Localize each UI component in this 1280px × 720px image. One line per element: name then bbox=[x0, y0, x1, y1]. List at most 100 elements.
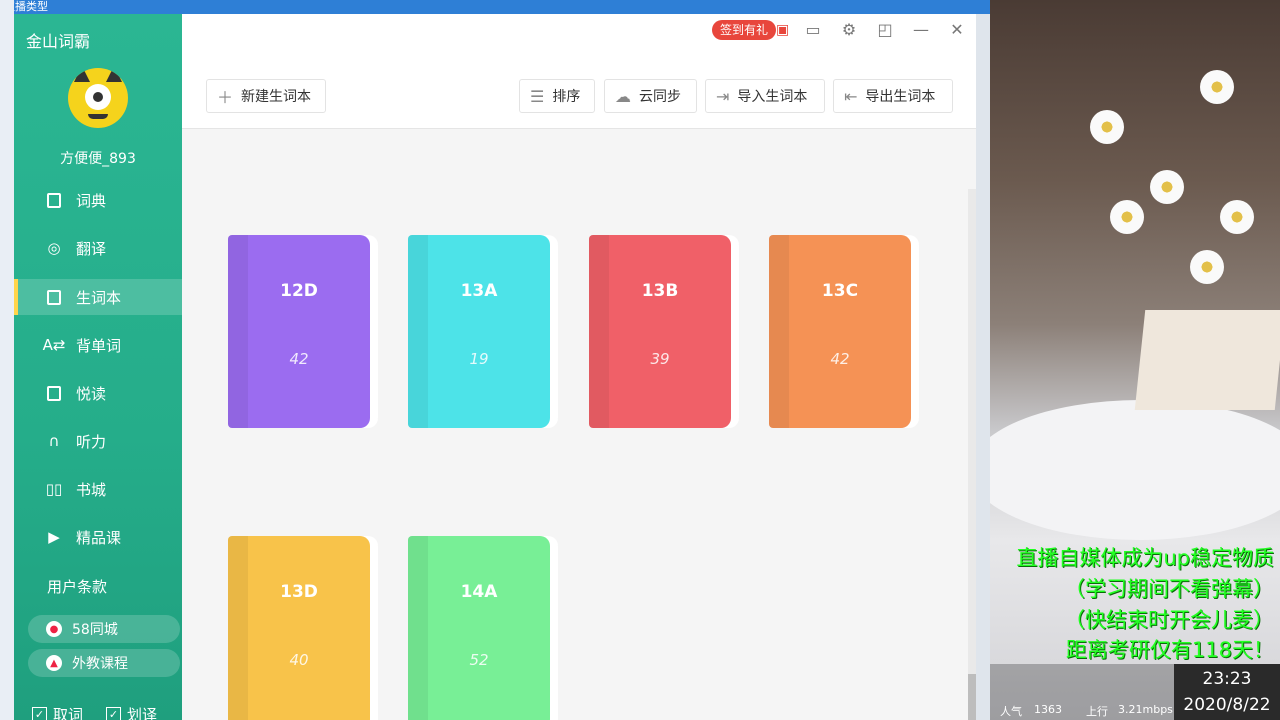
desktop-taskbar-top: 直播类型 bbox=[0, 0, 990, 14]
avatar-horn-right bbox=[106, 68, 122, 82]
book-spine bbox=[589, 235, 609, 428]
sidebar-item-bookstore[interactable]: ▯▯ 书城 bbox=[14, 471, 182, 507]
clock-date: 2020/8/22 bbox=[1183, 695, 1271, 715]
flower-image bbox=[1090, 110, 1124, 144]
sidebar-item-label: 背单词 bbox=[76, 336, 122, 355]
checkbox-check-icon: ✓ bbox=[106, 707, 121, 720]
sidebar-item-wordbook[interactable]: 生词本 bbox=[14, 279, 182, 315]
wordbook-count: 39 bbox=[650, 350, 670, 368]
app-title: 金山词霸 bbox=[26, 32, 91, 51]
flower-image bbox=[1220, 200, 1254, 234]
webcam-table bbox=[990, 400, 1280, 540]
book-cover: 13C 42 bbox=[769, 235, 911, 428]
bookstore-icon: ▯▯ bbox=[45, 480, 63, 498]
reading-icon bbox=[44, 383, 64, 403]
gift-icon[interactable]: ▣ bbox=[776, 22, 792, 38]
user-terms-link[interactable]: 用户条款 bbox=[47, 576, 107, 597]
desktop-right-edge bbox=[976, 14, 990, 720]
avatar-pupil bbox=[93, 92, 103, 102]
wordbook-count: 52 bbox=[469, 651, 489, 669]
export-wordbook-button[interactable]: ⇤ 导出生词本 bbox=[833, 79, 953, 113]
app-window: 金山词霸 方便便_893 词典 ◎ 翻译 生词本 A⇄ 背单词 悦读 ∩ 听力 … bbox=[14, 14, 976, 720]
wordbook-count: 42 bbox=[289, 350, 309, 368]
word-capture-checkbox[interactable]: ✓ 取词 bbox=[32, 704, 83, 720]
sidebar: 金山词霸 方便便_893 词典 ◎ 翻译 生词本 A⇄ 背单词 悦读 ∩ 听力 … bbox=[14, 14, 182, 720]
stream-caption-1: 直播自媒体成为up稳定物质 bbox=[1016, 546, 1274, 570]
memorize-icon: A⇄ bbox=[42, 336, 66, 354]
signin-reward-badge[interactable]: 签到有礼 bbox=[712, 20, 777, 40]
sidebar-item-label: 听力 bbox=[76, 432, 107, 451]
promo-foreign-teacher-button[interactable]: ▲ 外教课程 bbox=[28, 649, 180, 677]
close-icon[interactable]: ✕ bbox=[948, 21, 966, 39]
username[interactable]: 方便便_893 bbox=[14, 148, 182, 168]
stream-clock: 23:23 2020/8/22 bbox=[1174, 664, 1280, 720]
wordbook-count: 19 bbox=[469, 350, 489, 368]
flower-image bbox=[1200, 70, 1234, 104]
wordbook-name: 13D bbox=[280, 582, 318, 602]
translate-icon: ◎ bbox=[47, 239, 61, 257]
select-translate-label: 划译 bbox=[127, 706, 158, 720]
wordbook-name: 14A bbox=[460, 582, 498, 602]
stream-caption-4: 距离考研仅有118天！ bbox=[1065, 638, 1274, 662]
flower-image bbox=[1110, 200, 1144, 234]
sidebar-item-listening[interactable]: ∩ 听力 bbox=[14, 423, 182, 459]
minimize-icon[interactable]: — bbox=[912, 21, 930, 39]
sidebar-item-label: 书城 bbox=[76, 480, 107, 499]
sidebar-item-label: 精品课 bbox=[76, 528, 122, 547]
wordbook-card[interactable]: 12D 42 bbox=[228, 235, 378, 428]
wordbook-count: 42 bbox=[830, 350, 850, 368]
webcam-overlay: 直播自媒体成为up稳定物质 （学习期间不看弹幕） （快结束时开会儿麦） 距离考研… bbox=[990, 0, 1280, 720]
wordbook-name: 13C bbox=[821, 281, 859, 301]
sort-button[interactable]: ☰ 排序 bbox=[519, 79, 595, 113]
book-cover: 13B 39 bbox=[589, 235, 731, 428]
avatar[interactable] bbox=[68, 68, 128, 128]
wordbook-grid: 12D 42 13A 19 13B 39 13C 42 13D 40 14A 5… bbox=[182, 129, 976, 720]
content-scrollbar-thumb[interactable] bbox=[968, 674, 976, 720]
cloud-icon: ☁ bbox=[615, 86, 631, 106]
mini-mode-icon[interactable]: ◰ bbox=[876, 21, 894, 39]
checkbox-check-icon: ✓ bbox=[32, 707, 47, 720]
import-wordbook-button[interactable]: ⇥ 导入生词本 bbox=[705, 79, 825, 113]
stream-caption-2: （学习期间不看弹幕） bbox=[1064, 577, 1274, 601]
wordbook-card[interactable]: 13A 19 bbox=[408, 235, 558, 428]
sidebar-item-course[interactable]: ▶ 精品课 bbox=[14, 519, 182, 555]
wordbook-card[interactable]: 13D 40 bbox=[228, 536, 378, 720]
top-toolbar: 签到有礼 ▣ ▭ ⚙ ◰ — ✕ ＋ 新建生词本 ☰ 排序 ☁ 云同步 ⇥ 导入… bbox=[182, 14, 976, 129]
headphones-icon: ∩ bbox=[48, 432, 60, 450]
book-spine bbox=[408, 235, 428, 428]
sidebar-item-reading[interactable]: 悦读 bbox=[14, 375, 182, 411]
wordbook-count: 40 bbox=[289, 651, 309, 669]
sort-icon: ☰ bbox=[530, 86, 545, 106]
word-capture-label: 取词 bbox=[53, 706, 84, 720]
book-spine bbox=[228, 235, 248, 428]
wordbook-card[interactable]: 13B 39 bbox=[589, 235, 739, 428]
cloud-sync-label: 云同步 bbox=[639, 89, 681, 105]
wordbook-icon bbox=[44, 287, 64, 307]
select-translate-checkbox[interactable]: ✓ 划译 bbox=[106, 704, 157, 720]
new-wordbook-button[interactable]: ＋ 新建生词本 bbox=[206, 79, 326, 113]
wordbook-name: 13B bbox=[641, 281, 679, 301]
gear-icon[interactable]: ⚙ bbox=[840, 21, 858, 39]
avatar-mouth bbox=[88, 114, 108, 119]
sidebar-item-label: 词典 bbox=[76, 191, 107, 210]
export-label: 导出生词本 bbox=[865, 89, 936, 105]
popularity-label: 人气 bbox=[1000, 705, 1022, 718]
book-spine bbox=[228, 536, 248, 720]
cloud-sync-button[interactable]: ☁ 云同步 bbox=[604, 79, 697, 113]
popularity-value: 1363 bbox=[1034, 703, 1062, 716]
sidebar-item-memorize[interactable]: A⇄ 背单词 bbox=[14, 327, 182, 363]
promo-foreign-teacher-label: 外教课程 bbox=[72, 656, 128, 672]
wordbook-card[interactable]: 13C 42 bbox=[769, 235, 919, 428]
sidebar-item-translate[interactable]: ◎ 翻译 bbox=[14, 230, 182, 266]
import-label: 导入生词本 bbox=[737, 89, 808, 105]
import-icon: ⇥ bbox=[716, 86, 730, 106]
wordbook-name: 12D bbox=[280, 281, 318, 301]
stream-caption-3: （快结束时开会儿麦） bbox=[1064, 608, 1274, 632]
webcam-flowerpot bbox=[1134, 310, 1280, 410]
wordbook-card[interactable]: 14A 52 bbox=[408, 536, 558, 720]
promo-58-button[interactable]: ● 58同城 bbox=[28, 615, 180, 643]
book-cover: 12D 42 bbox=[228, 235, 370, 428]
feedback-icon[interactable]: ▭ bbox=[804, 21, 822, 39]
content-scrollbar[interactable] bbox=[968, 189, 976, 720]
sidebar-item-dictionary[interactable]: 词典 bbox=[14, 182, 182, 218]
